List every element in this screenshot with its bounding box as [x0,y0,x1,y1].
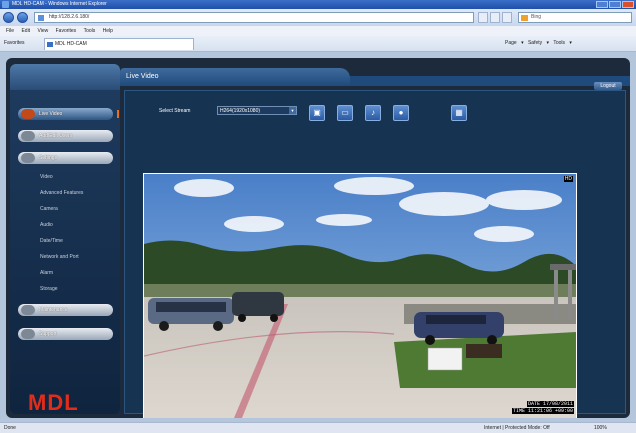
page-icon [38,15,44,21]
fullscreen-icon: ▦ [455,108,463,117]
menu-favorites[interactable]: Favorites [56,28,77,34]
support-icon [21,329,35,339]
ie-icon [2,1,9,8]
refresh-button[interactable] [490,12,500,23]
browser-tab[interactable]: MDL HD-CAM [44,38,194,50]
chevron-down-icon: ▼ [289,107,296,114]
header-strip [340,76,630,86]
address-actions [478,12,512,23]
favorites-bar: Favorites MDL HD-CAM Page ▾ Safety ▾ Too… [0,36,636,52]
url-text: http://128.2.6.180/ [49,14,90,20]
window-titlebar: MDL HD-CAM - Windows Internet Explorer [0,0,636,9]
sidebar-item-support[interactable]: Support [18,328,113,340]
subitem-video[interactable]: Video [40,174,53,180]
tools-icon [21,153,35,163]
menu-file[interactable]: File [6,28,14,34]
sidebar-item-settings[interactable]: Settings [18,152,113,164]
search-input[interactable]: Bing [518,12,632,23]
subitem-advanced-features[interactable]: Advanced Features [40,190,83,196]
snapshot-button[interactable]: ▣ [309,105,325,121]
zoom-icon: ● [398,108,404,117]
audio-button[interactable]: ♪ [365,105,381,121]
favorites-button[interactable]: Favorites [4,40,25,46]
back-button[interactable] [3,12,14,23]
url-field[interactable]: http://128.2.6.180/ [34,12,474,23]
stream-value: H264(1920x1080) [220,108,261,114]
logout-button[interactable]: Logout [594,82,622,90]
camera-app: Live Video Add/Edit Users Settings Video… [6,58,630,418]
page-title: Live Video [120,68,350,86]
status-bar: Done Internet | Protected Mode: Off 100% [0,422,636,433]
subitem-date-time[interactable]: Date/Time [40,238,63,244]
tab-icon [47,42,53,47]
subitem-camera[interactable]: Camera [40,206,58,212]
sidebar-item-label: Add/Edit Users [39,133,73,139]
menu-help[interactable]: Help [103,28,113,34]
live-video-panel: Select Stream H264(1920x1080) ▼ ▣ ▭ ♪ ● … [124,90,626,418]
main-content: Live Video Logout Select Stream H264(192… [120,68,630,418]
sidebar: Live Video Add/Edit Users Settings Video… [10,64,120,415]
stop-button[interactable] [502,12,512,23]
video-time-overlay: TIME 11:21:06 +09:00 [511,408,574,414]
video-date-overlay: DATE 17/08/2011 [526,401,574,407]
sidebar-header [10,64,120,90]
tab-label: MDL HD-CAM [55,41,87,47]
user-icon [21,131,35,141]
address-bar: http://128.2.6.180/ Bing [0,9,636,26]
record-button[interactable]: ▭ [337,105,353,121]
sidebar-item-label: Live Video [39,111,63,117]
menu-bar: File Edit View Favorites Tools Help [0,26,636,36]
menu-tools[interactable]: Tools [84,28,96,34]
record-icon: ▭ [341,108,349,117]
hd-badge: HD [563,176,573,182]
live-video-feed[interactable]: HD DATE 17/08/2011 TIME 11:21:06 +09:00 [143,173,577,418]
brand-logo: MDL [28,390,79,415]
zoom-button[interactable]: ● [393,105,409,121]
subitem-alarm[interactable]: Alarm [40,270,53,276]
snapshot-icon: ▣ [313,108,321,117]
page-viewport: Live Video Add/Edit Users Settings Video… [0,52,636,422]
sidebar-item-label: Support [39,331,57,337]
close-button[interactable] [622,1,634,8]
window-controls [596,1,634,8]
subitem-network-port[interactable]: Network and Port [40,254,79,260]
window-title: MDL HD-CAM - Windows Internet Explorer [12,1,107,7]
maximize-button[interactable] [609,1,621,8]
search-placeholder: Bing [531,14,542,20]
menu-edit[interactable]: Edit [21,28,30,34]
sidebar-item-users[interactable]: Add/Edit Users [18,130,113,142]
command-bar[interactable]: Page ▾ Safety ▾ Tools ▾ [505,40,572,46]
video-frame [144,174,576,418]
camera-icon [21,109,35,119]
fullscreen-button[interactable]: ▦ [451,105,467,121]
stream-select[interactable]: H264(1920x1080) ▼ [217,106,297,115]
sidebar-item-live-video[interactable]: Live Video [18,108,119,120]
menu-view[interactable]: View [37,28,48,34]
minimize-button[interactable] [596,1,608,8]
sidebar-item-maintenance[interactable]: Maintenance [18,304,113,316]
subitem-storage[interactable]: Storage [40,286,58,292]
active-marker [117,110,119,118]
subitem-audio[interactable]: Audio [40,222,53,228]
sidebar-item-label: Maintenance [39,307,68,313]
audio-icon: ♪ [371,108,375,117]
sidebar-item-label: Settings [39,155,58,161]
forward-button[interactable] [17,12,28,23]
compat-view-button[interactable] [478,12,488,23]
maintenance-icon [21,305,35,315]
stream-label: Select Stream [159,108,191,114]
bing-icon [521,15,528,21]
